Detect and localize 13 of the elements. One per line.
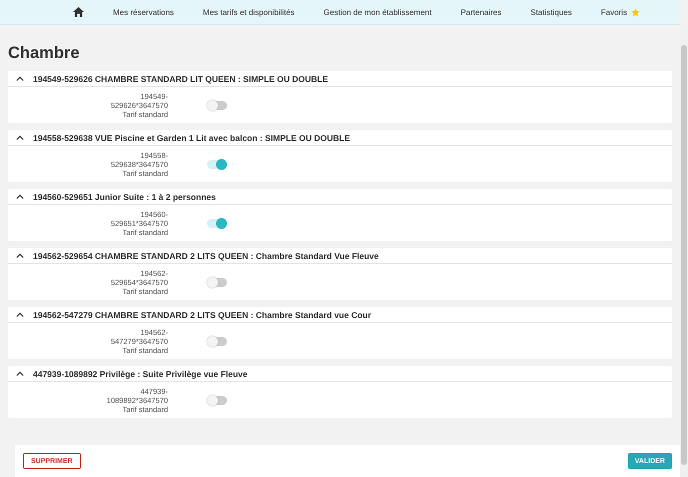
nav-link[interactable]: Partenaires: [460, 8, 502, 16]
nav-link[interactable]: Mes réservations: [113, 8, 174, 16]
room-name: 194562-529654 CHAMBRE STANDARD 2 LITS QUEEN : Chambre Standard Vue Fleuve: [33, 250, 379, 260]
room-name: 194549-529626 CHAMBRE STANDARD LIT QUEEN : SIMPLE OU DOUBLE: [33, 74, 328, 84]
nav-link[interactable]: Favoris: [600, 8, 640, 16]
page-title: Chambre: [8, 44, 81, 63]
room-name: 447939-1089892 Privilège : Suite Privilège vue Fleuve: [33, 368, 248, 378]
room-name: 194560-529651 Junior Suite : 1 à 2 personnes: [33, 192, 216, 202]
nav-link[interactable]: Mes tarifs et disponibilités: [202, 8, 295, 16]
nav-link[interactable]: Statistiques: [530, 8, 572, 16]
room-name: 194558-529638 VUE Piscine et Garden 1 Lit avec balcon : SIMPLE OU DOUBLE: [33, 132, 350, 142]
room-name: 194562-547279 CHAMBRE STANDARD 2 LITS QUEEN : Chambre Standard vue Cour: [33, 310, 372, 320]
nav-link[interactable]: Gestion de mon établissement: [324, 8, 432, 16]
